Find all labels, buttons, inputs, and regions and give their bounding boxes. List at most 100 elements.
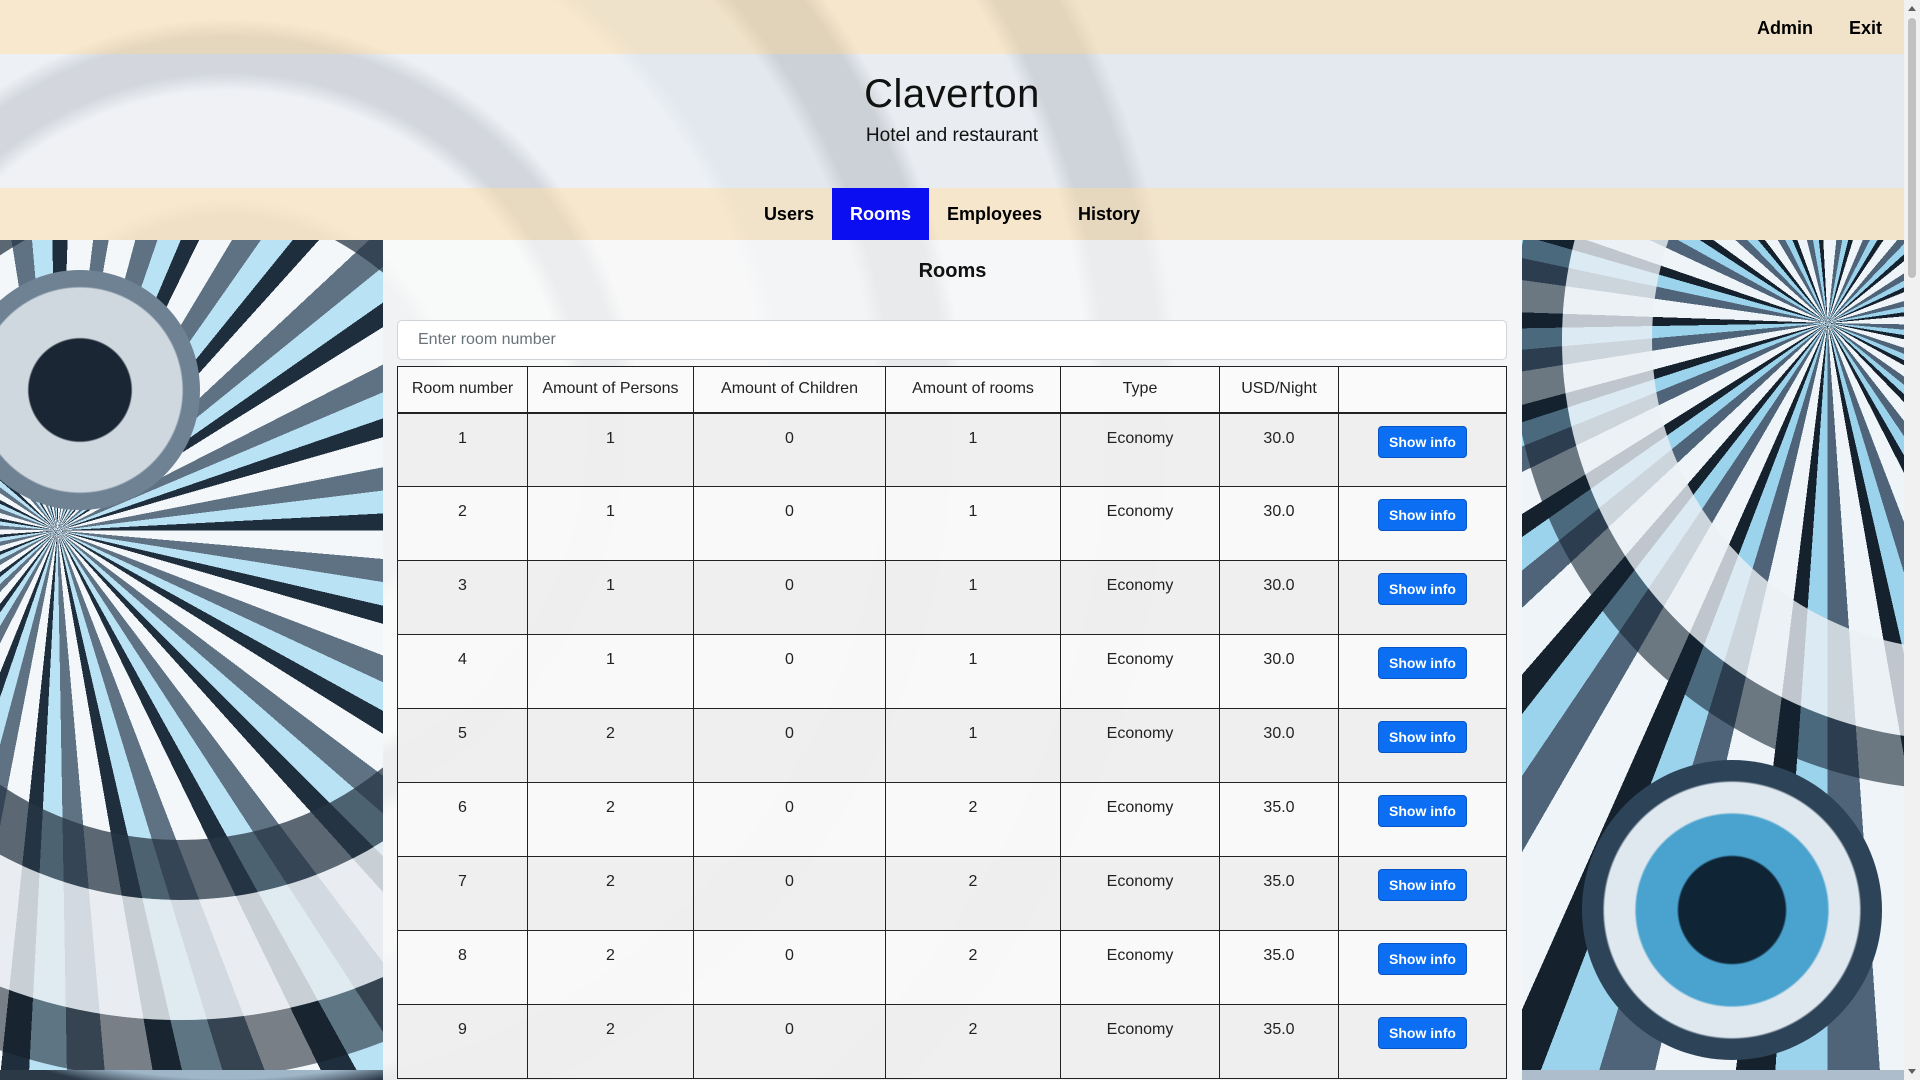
cell-children: 0: [693, 856, 886, 931]
cell-type: Economy: [1060, 856, 1220, 931]
top-bar-links: Admin Exit: [1757, 18, 1882, 39]
cell-price: 35.0: [1219, 856, 1339, 931]
scroll-down-arrow-icon[interactable]: [1908, 1069, 1916, 1074]
cell-room-number: 9: [397, 1004, 528, 1079]
column-header-price: USD/Night: [1219, 366, 1339, 414]
table-row: 1 1 0 1 Economy 30.0 Show info: [397, 412, 1507, 487]
page-viewport: Admin Exit Claverton Hotel and restauran…: [0, 0, 1904, 1080]
cell-actions: Show info: [1338, 782, 1507, 857]
cell-actions: Show info: [1338, 856, 1507, 931]
cell-actions: Show info: [1338, 930, 1507, 1005]
show-info-button[interactable]: Show info: [1378, 795, 1467, 827]
table-row: 4 1 0 1 Economy 30.0 Show info: [397, 634, 1507, 709]
exit-link[interactable]: Exit: [1849, 18, 1882, 39]
cell-price: 35.0: [1219, 782, 1339, 857]
main-content: Rooms Room number Amount of Persons Amou…: [383, 240, 1522, 1080]
cell-persons: 2: [527, 782, 694, 857]
cell-rooms: 2: [885, 782, 1061, 857]
cell-price: 30.0: [1219, 486, 1339, 561]
show-info-button[interactable]: Show info: [1378, 573, 1467, 605]
cell-type: Economy: [1060, 1004, 1220, 1079]
cell-type: Economy: [1060, 782, 1220, 857]
nav-item-rooms[interactable]: Rooms: [831, 188, 929, 240]
cell-room-number: 7: [397, 856, 528, 931]
scroll-up-arrow-icon[interactable]: [1908, 6, 1916, 11]
cell-rooms: 1: [885, 412, 1061, 487]
cell-price: 35.0: [1219, 930, 1339, 1005]
cell-persons: 2: [527, 708, 694, 783]
table-row: 5 2 0 1 Economy 30.0 Show info: [397, 708, 1507, 783]
show-info-button[interactable]: Show info: [1378, 425, 1467, 458]
cell-price: 35.0: [1219, 1004, 1339, 1079]
scrollbar-thumb[interactable]: [1908, 18, 1916, 278]
cell-children: 0: [693, 708, 886, 783]
cell-rooms: 2: [885, 856, 1061, 931]
cell-type: Economy: [1060, 412, 1220, 487]
cell-persons: 2: [527, 930, 694, 1005]
top-bar: Admin Exit: [0, 0, 1904, 54]
cell-children: 0: [693, 782, 886, 857]
table-row: 7 2 0 2 Economy 35.0 Show info: [397, 856, 1507, 931]
nav-item-users[interactable]: Users: [746, 188, 832, 240]
cell-children: 0: [693, 634, 886, 709]
show-info-button[interactable]: Show info: [1378, 647, 1467, 679]
cell-room-number: 4: [397, 634, 528, 709]
cell-persons: 1: [527, 634, 694, 709]
column-header-type: Type: [1060, 366, 1220, 414]
column-header-room-number: Room number: [397, 366, 528, 414]
admin-link[interactable]: Admin: [1757, 18, 1813, 39]
cell-room-number: 8: [397, 930, 528, 1005]
cell-room-number: 3: [397, 560, 528, 635]
page-scrollbar[interactable]: [1904, 0, 1920, 1080]
cell-price: 30.0: [1219, 412, 1339, 487]
show-info-button[interactable]: Show info: [1378, 1017, 1467, 1049]
brand-header: Claverton Hotel and restaurant: [0, 54, 1904, 188]
cell-type: Economy: [1060, 708, 1220, 783]
cell-rooms: 1: [885, 560, 1061, 635]
cell-type: Economy: [1060, 486, 1220, 561]
cell-room-number: 6: [397, 782, 528, 857]
column-header-persons: Amount of Persons: [527, 366, 694, 414]
table-row: 6 2 0 2 Economy 35.0 Show info: [397, 782, 1507, 857]
nav-item-employees[interactable]: Employees: [929, 188, 1060, 240]
page-title: Rooms: [918, 260, 987, 282]
cell-actions: Show info: [1338, 560, 1507, 635]
cell-children: 0: [693, 1004, 886, 1079]
cell-room-number: 5: [397, 708, 528, 783]
cell-price: 30.0: [1219, 634, 1339, 709]
main-nav: Users Rooms Employees History: [0, 188, 1904, 240]
show-info-button[interactable]: Show info: [1378, 869, 1467, 901]
cell-actions: Show info: [1338, 634, 1507, 709]
show-info-button[interactable]: Show info: [1378, 943, 1467, 975]
cell-rooms: 1: [885, 708, 1061, 783]
cell-price: 30.0: [1219, 560, 1339, 635]
cell-actions: Show info: [1338, 1004, 1507, 1079]
cell-children: 0: [693, 412, 886, 487]
show-info-button[interactable]: Show info: [1378, 499, 1467, 531]
cell-persons: 1: [527, 412, 694, 487]
room-number-search-input[interactable]: [397, 320, 1507, 360]
table-header-row: Room number Amount of Persons Amount of …: [397, 366, 1507, 414]
cell-actions: Show info: [1338, 486, 1507, 561]
table-row: 2 1 0 1 Economy 30.0 Show info: [397, 486, 1507, 561]
cell-actions: Show info: [1338, 708, 1507, 783]
cell-children: 0: [693, 486, 886, 561]
show-info-button[interactable]: Show info: [1378, 721, 1467, 753]
table-row: 8 2 0 2 Economy 35.0 Show info: [397, 930, 1507, 1005]
cell-type: Economy: [1060, 930, 1220, 1005]
rooms-table: Room number Amount of Persons Amount of …: [397, 366, 1507, 1079]
cell-type: Economy: [1060, 634, 1220, 709]
cell-children: 0: [693, 560, 886, 635]
cell-price: 30.0: [1219, 708, 1339, 783]
cell-rooms: 2: [885, 930, 1061, 1005]
table-row: 3 1 0 1 Economy 30.0 Show info: [397, 560, 1507, 635]
background-gear-image-right: [1522, 240, 1904, 1070]
cell-type: Economy: [1060, 560, 1220, 635]
cell-persons: 1: [527, 560, 694, 635]
cell-persons: 2: [527, 1004, 694, 1079]
cell-room-number: 2: [397, 486, 528, 561]
column-header-actions: [1338, 366, 1507, 414]
table-row: 9 2 0 2 Economy 35.0 Show info: [397, 1004, 1507, 1079]
nav-item-history[interactable]: History: [1060, 188, 1158, 240]
cell-room-number: 1: [397, 412, 528, 487]
